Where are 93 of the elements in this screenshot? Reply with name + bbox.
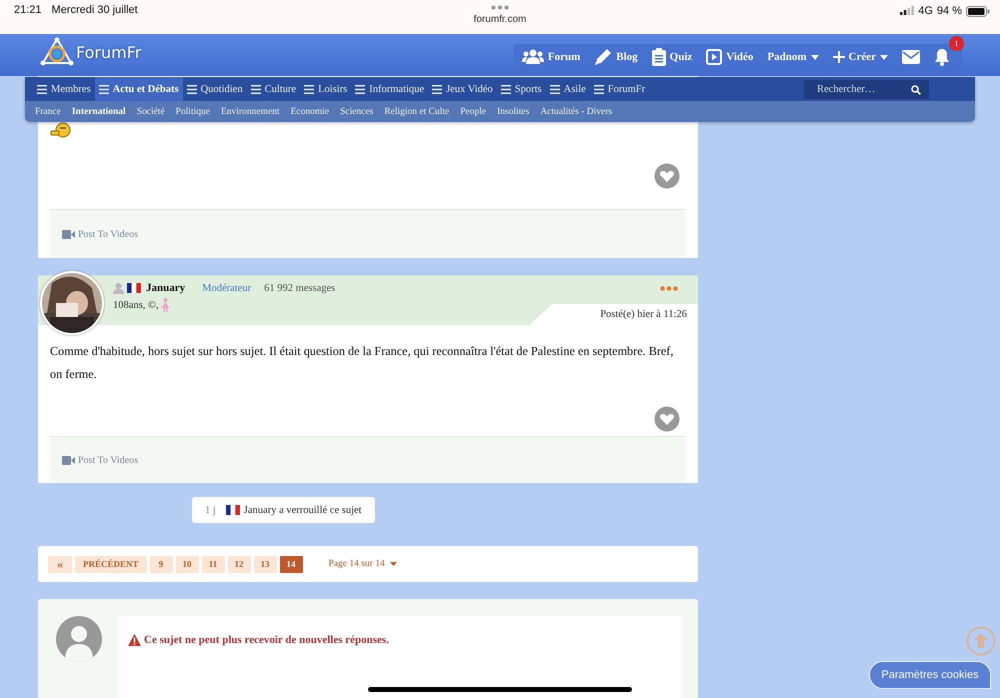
author-details: 108ans, ©, xyxy=(113,300,159,310)
flag-icon xyxy=(226,505,240,515)
nav-tab[interactable]: Membres xyxy=(33,77,95,101)
menu-icon xyxy=(432,84,442,94)
page-button[interactable]: 14 xyxy=(280,556,303,572)
plus-icon xyxy=(832,51,845,63)
subnav-link[interactable]: Insolites xyxy=(497,106,530,116)
menu-icon xyxy=(250,84,261,94)
menu-icon xyxy=(98,84,109,94)
female-icon xyxy=(160,298,170,312)
message-count: 61 992 messages xyxy=(264,282,336,294)
users-icon xyxy=(522,49,544,65)
logo-text[interactable]: ForumFr xyxy=(76,42,142,62)
subnav-link[interactable]: Sciences xyxy=(340,106,374,116)
subnav-link[interactable]: International xyxy=(72,106,126,116)
flag-icon xyxy=(127,283,141,293)
header-link[interactable]: Blog xyxy=(594,48,638,66)
notification-badge: 1 xyxy=(949,36,964,51)
page-selector[interactable]: Page 14 sur 14 xyxy=(328,559,397,569)
url-text[interactable]: forumfr.com xyxy=(474,14,526,25)
menu-icon xyxy=(500,84,511,94)
cookie-settings-button[interactable]: Paramètres cookies xyxy=(869,661,991,689)
role-label: Modérateur xyxy=(202,282,252,294)
subnav-link[interactable]: France xyxy=(35,106,61,116)
lock-message: January a verrouillé ce sujet xyxy=(244,504,362,516)
menu-icon xyxy=(594,84,604,94)
subnav-link[interactable]: Environnement xyxy=(220,106,280,116)
camera-icon xyxy=(62,456,75,464)
mail-icon xyxy=(902,50,920,64)
header-link[interactable]: Créer xyxy=(832,51,888,63)
avatar-icon xyxy=(56,616,102,662)
date-text: Mercredi 30 juillet xyxy=(52,4,138,18)
nav-tab[interactable]: Loisirs xyxy=(300,77,352,101)
post-to-videos-link[interactable]: Post To Videos xyxy=(62,454,138,466)
pen-icon xyxy=(594,48,612,66)
caret-icon xyxy=(390,562,397,566)
subnav-link[interactable]: People xyxy=(460,106,486,116)
more-icon xyxy=(491,5,509,10)
search-field[interactable]: Rechercher… xyxy=(804,80,929,98)
more-icon[interactable] xyxy=(660,286,678,290)
subnav-link[interactable]: Politique xyxy=(176,106,210,116)
smiley-icon xyxy=(50,122,72,138)
page-button[interactable]: 9 xyxy=(150,556,173,572)
nav-tab[interactable]: Asile xyxy=(546,77,590,101)
locked-message: Ce sujet ne peut plus recevoir de nouvelles réponses. xyxy=(144,634,389,646)
header-link[interactable]: Padnom xyxy=(767,51,819,63)
camera-icon xyxy=(62,230,75,238)
subnav-link[interactable]: Religion et Culte xyxy=(384,106,450,116)
post-date: Posté(e) hier à 11:26 xyxy=(600,309,687,320)
subnav-link[interactable]: Société xyxy=(136,106,165,116)
clipboard-icon xyxy=(652,48,666,66)
page-button[interactable]: 10 xyxy=(176,556,199,572)
caret-icon xyxy=(880,54,888,60)
network-label: 4G xyxy=(918,5,933,17)
notifications-link[interactable] xyxy=(934,48,950,66)
bell-icon xyxy=(934,48,950,66)
post-to-videos-link[interactable]: Post To Videos xyxy=(62,228,138,240)
header-link[interactable]: Vidéo xyxy=(706,49,754,65)
user-icon xyxy=(113,282,124,294)
header-link[interactable]: Forum xyxy=(522,49,580,65)
warning-icon xyxy=(128,634,141,646)
search-icon xyxy=(911,84,921,94)
author-name[interactable]: January xyxy=(146,282,186,294)
battery-icon xyxy=(966,6,990,17)
nav-tab[interactable]: Actu et Débats xyxy=(94,77,183,101)
nav-tab[interactable]: Culture xyxy=(246,77,300,101)
subnav-link[interactable]: Actualités - Divers xyxy=(540,106,612,116)
previous-button[interactable]: PRÉCÉDENT xyxy=(75,556,147,572)
time-ago: 1 j xyxy=(205,504,216,516)
menu-icon xyxy=(304,84,314,94)
caret-icon xyxy=(810,54,819,60)
battery-percent: 94 % xyxy=(936,5,962,17)
logo-icon xyxy=(40,37,74,67)
page-button[interactable]: 11 xyxy=(202,556,225,572)
page-button[interactable]: 12 xyxy=(228,556,251,572)
header-link[interactable]: Quiz xyxy=(652,48,692,66)
signal-icon xyxy=(900,6,914,15)
menu-icon xyxy=(186,84,197,94)
clock-time: 21:21 xyxy=(14,4,42,18)
first-page-button[interactable]: « xyxy=(48,556,72,572)
nav-tab[interactable]: Informatique xyxy=(351,77,428,101)
play-icon xyxy=(706,49,722,65)
menu-icon xyxy=(37,84,47,94)
messages-link[interactable] xyxy=(902,50,920,64)
nav-tab[interactable]: Jeux Vidéo xyxy=(428,77,497,101)
menu-icon xyxy=(355,84,366,94)
nav-tab[interactable]: ForumFr xyxy=(590,77,650,101)
nav-tab[interactable]: Sports xyxy=(496,77,546,101)
nav-tab[interactable]: Quotidien xyxy=(182,77,247,101)
page-button[interactable]: 13 xyxy=(254,556,277,572)
subnav-link[interactable]: Economie xyxy=(290,106,330,116)
post-text: Comme d'habitude, hors sujet sur hors sujet. Il était question de la France, qui reconnaîtra l'état de Palestine en septembre. Bref, on ferme. xyxy=(50,343,674,383)
menu-icon xyxy=(550,84,560,94)
